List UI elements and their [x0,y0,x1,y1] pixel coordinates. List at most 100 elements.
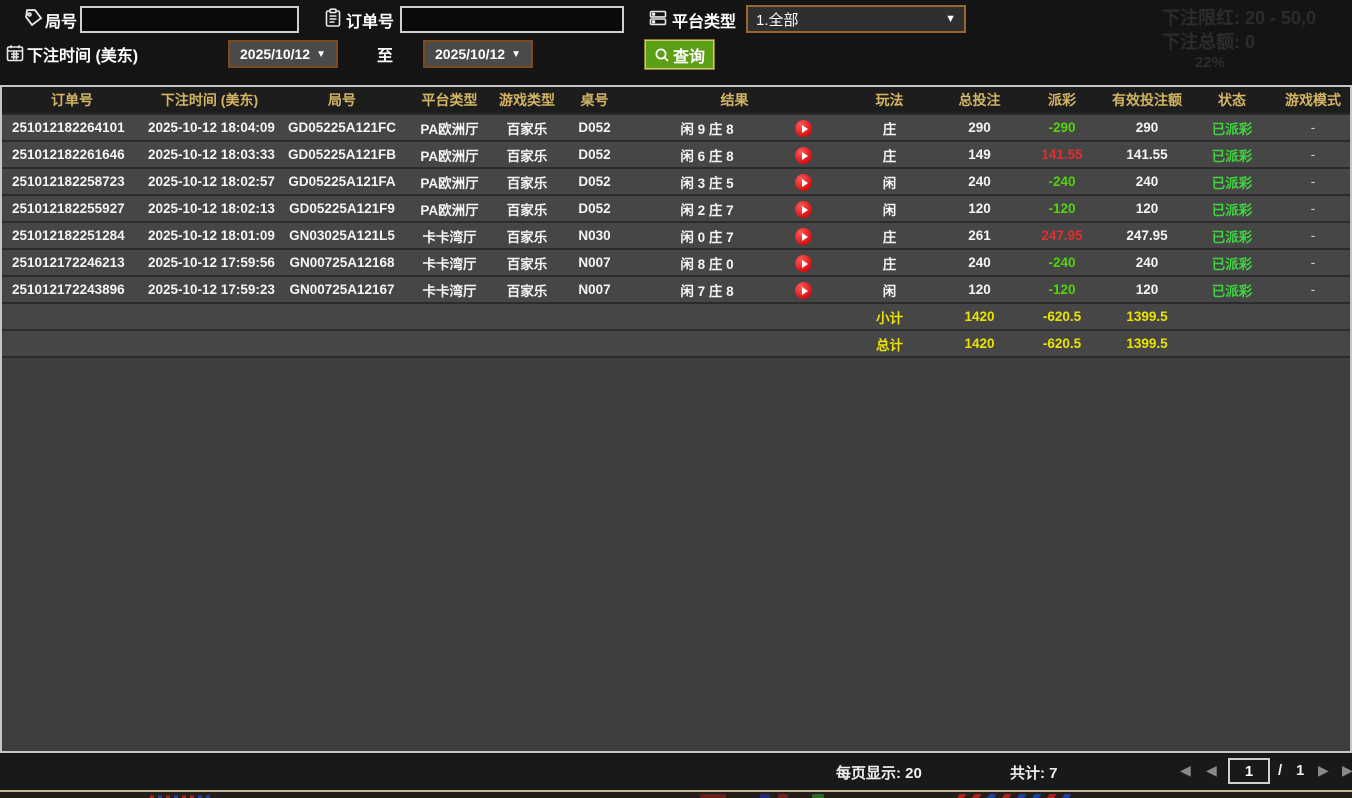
cell-empty [627,304,842,329]
replay-play-icon[interactable] [795,120,812,137]
cell-valid-bet: 141.55 [1102,142,1192,167]
cell-game-type: 百家乐 [492,223,562,248]
replay-play-icon[interactable] [795,282,812,299]
round-number-input[interactable] [80,6,299,33]
order-number-input[interactable] [400,6,624,33]
replay-play-icon[interactable] [795,228,812,245]
column-header-4: 平台类型 [407,87,492,113]
date-to-picker[interactable]: 2025/10/12 ▼ [423,40,533,68]
cell-valid-bet: 240 [1102,169,1192,194]
background-game-fragment [812,794,824,798]
page-separator: / [1278,762,1282,779]
cell-empty [407,304,492,329]
cell-game-mode: - [1272,142,1352,167]
cell-summary-payout: -620.5 [1022,304,1102,329]
page-number-input[interactable] [1228,758,1270,784]
roadmap-slash [1032,794,1042,798]
subtotal-row: 小计1420-620.51399.5 [2,304,1350,331]
date-range-to-label: 至 [377,42,393,66]
cell-table-number: N030 [562,223,627,248]
cell-play-type: 庄 [842,142,937,167]
cell-play-type: 庄 [842,250,937,275]
prev-page-button[interactable]: ◀ [1206,762,1217,779]
column-header-8: 玩法 [842,87,937,113]
cell-game-type: 百家乐 [492,169,562,194]
next-page-button[interactable]: ▶ [1318,762,1329,779]
cell-payout: 141.55 [1022,142,1102,167]
replay-play-icon[interactable] [795,255,812,272]
cell-platform-type: 卡卡湾厅 [407,277,492,302]
total-pages-label: 1 [1296,762,1304,779]
cell-status: 已派彩 [1192,115,1272,140]
column-header-12: 状态 [1192,87,1272,113]
cell-game-type: 百家乐 [492,142,562,167]
result-text: 闲 8 庄 0 [627,253,787,273]
cell-table-number: D052 [562,115,627,140]
cell-order-number: 251012182255927 [2,196,142,221]
bet-time-label: 下注时间 (美东) [27,42,138,66]
search-icon [654,47,670,63]
grand-total-row: 总计1420-620.51399.5 [2,331,1350,358]
search-button[interactable]: 查询 [645,40,714,69]
search-button-label: 查询 [673,43,705,67]
cell-round-number: GN00725A12168 [277,250,407,275]
first-page-button[interactable]: ◀ [1180,762,1191,779]
cell-bet-time: 2025-10-12 18:02:13 [142,196,277,221]
cell-empty [1192,304,1272,329]
chevron-down-icon: ▼ [316,49,326,60]
result-text: 闲 2 庄 7 [627,199,787,219]
cell-status: 已派彩 [1192,142,1272,167]
cell-payout: -120 [1022,196,1102,221]
cell-round-number: GN00725A12167 [277,277,407,302]
cell-empty [142,331,277,356]
cell-status: 已派彩 [1192,277,1272,302]
platform-type-select[interactable]: 1.全部 ▼ [746,5,966,33]
cell-round-number: GD05225A121FB [277,142,407,167]
column-header-6: 桌号 [562,87,627,113]
cell-empty [492,304,562,329]
cell-result: 闲 2 庄 7 [627,196,842,221]
cell-valid-bet: 120 [1102,277,1192,302]
roadmap-slash [1047,794,1057,798]
table-row: 2510121822641012025-10-12 18:04:09GD0522… [2,115,1350,142]
cell-table-number: N007 [562,250,627,275]
cell-game-type: 百家乐 [492,115,562,140]
cell-order-number: 251012182251284 [2,223,142,248]
replay-play-icon[interactable] [795,201,812,218]
roadmap-slash [957,794,967,798]
table-empty-area [2,358,1350,751]
table-header-row: 订单号下注时间 (美东)局号平台类型游戏类型桌号结果玩法总投注派彩有效投注额状态… [2,87,1350,115]
last-page-button[interactable]: ▶ [1342,762,1352,779]
cell-order-number: 251012182258723 [2,169,142,194]
cell-bet-time: 2025-10-12 18:01:09 [142,223,277,248]
column-header-7: 结果 [627,87,842,113]
cell-round-number: GD05225A121FC [277,115,407,140]
cell-empty [2,304,142,329]
cell-empty [1192,331,1272,356]
cell-result: 闲 0 庄 7 [627,223,842,248]
cell-play-type: 闲 [842,277,937,302]
replay-play-icon[interactable] [795,174,812,191]
replay-play-icon[interactable] [795,147,812,164]
cell-payout: -240 [1022,250,1102,275]
cell-empty [492,331,562,356]
cell-platform-type: 卡卡湾厅 [407,223,492,248]
result-text: 闲 7 庄 8 [627,280,787,300]
cell-empty [2,331,142,356]
cell-summary-label: 小计 [842,304,937,329]
cell-round-number: GD05225A121F9 [277,196,407,221]
cell-total-bet: 290 [937,115,1022,140]
date-from-picker[interactable]: 2025/10/12 ▼ [228,40,338,68]
cell-total-bet: 120 [937,277,1022,302]
per-page-label: 每页显示: 20 [836,762,922,783]
cell-platform-type: 卡卡湾厅 [407,250,492,275]
cell-play-type: 闲 [842,169,937,194]
cell-bet-time: 2025-10-12 18:04:09 [142,115,277,140]
column-header-11: 有效投注额 [1102,87,1192,113]
chevron-down-icon: ▼ [511,49,521,60]
column-header-2: 下注时间 (美东) [142,87,277,113]
platform-servers-icon [648,8,668,28]
chevron-down-icon: ▼ [945,13,956,25]
cell-game-type: 百家乐 [492,277,562,302]
cell-empty [142,304,277,329]
